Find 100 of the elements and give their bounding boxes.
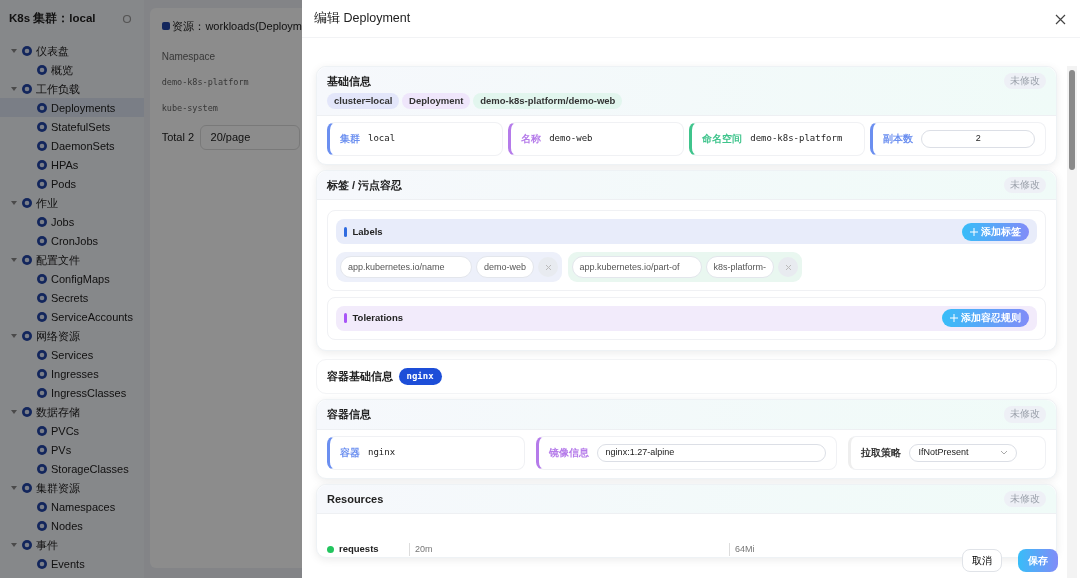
close-icon xyxy=(1055,13,1066,25)
close-icon xyxy=(784,263,792,271)
tree-group[interactable]: 事件 xyxy=(0,535,144,555)
resource-name: requests xyxy=(339,542,380,557)
ring-icon xyxy=(37,520,47,531)
tree-label: 概览 xyxy=(51,62,73,78)
tree-item[interactable]: Services xyxy=(0,345,144,365)
tree-item[interactable]: PVs xyxy=(0,440,144,460)
page-size-select[interactable]: 20/page xyxy=(199,125,300,150)
tree-item[interactable]: StorageClasses xyxy=(0,459,144,479)
caret-icon xyxy=(10,483,18,492)
tree-item[interactable]: Events xyxy=(0,554,144,574)
field-label: 镜像信息 xyxy=(548,445,589,460)
key-field[interactable]: app.kubernetes.io/name xyxy=(340,256,472,279)
tree-group[interactable]: 网络资源 xyxy=(0,326,144,346)
field-label: 容器 xyxy=(340,445,360,460)
close-icon xyxy=(544,263,552,271)
ring-icon xyxy=(37,64,47,75)
status-badge: 未修改 xyxy=(1004,490,1046,507)
cancel-button[interactable]: 取消 xyxy=(962,549,1002,572)
table-cell-text: kube-system xyxy=(161,102,219,115)
tree-label: StatefulSets xyxy=(51,119,111,135)
ring-icon xyxy=(37,501,47,512)
tree-group[interactable]: 仪表盘 xyxy=(0,41,144,61)
tree-label: ServiceAccounts xyxy=(51,309,133,325)
ring-icon xyxy=(37,349,47,360)
tree-group[interactable]: 作业 xyxy=(0,193,144,213)
tree-label: Ingresses xyxy=(51,366,99,382)
key-field[interactable]: app.kubernetes.io/part-of xyxy=(571,256,702,279)
column-header[interactable]: Namespace xyxy=(161,48,302,64)
square-icon xyxy=(161,22,170,31)
ring-icon xyxy=(22,330,32,341)
caret-icon xyxy=(10,540,18,549)
tree-item[interactable]: StatefulSets xyxy=(0,117,144,137)
tree-item[interactable]: HPAs xyxy=(0,155,144,175)
tree-label: Services xyxy=(51,347,94,363)
tree-item[interactable]: 概览 xyxy=(0,60,144,80)
tree-item[interactable]: CronJobs xyxy=(0,231,144,251)
tree-label: PVs xyxy=(51,442,72,458)
ring-icon xyxy=(37,235,47,246)
bar-icon xyxy=(344,226,347,237)
tree-item[interactable]: IngressClasses xyxy=(0,383,144,403)
tree-label: IngressClasses xyxy=(51,385,127,401)
tree-label: Jobs xyxy=(51,214,75,230)
caret-icon xyxy=(10,84,18,93)
memory-value: 64Mi xyxy=(729,542,755,557)
ring-icon xyxy=(37,444,47,455)
field-label: 集群 xyxy=(340,131,360,146)
ring-icon xyxy=(37,311,47,322)
modal-overlay[interactable] xyxy=(0,0,302,578)
ring-icon xyxy=(37,216,47,227)
tree-item[interactable]: Deployments xyxy=(0,98,144,118)
field-label: 拉取策略 xyxy=(861,445,902,460)
tree-item[interactable]: Pods xyxy=(0,174,144,194)
value-field[interactable]: k8s-platform- xyxy=(705,256,775,279)
tree-item[interactable]: Nodes xyxy=(0,516,144,536)
tree-item[interactable]: Secrets xyxy=(0,288,144,308)
ring-icon xyxy=(22,482,32,493)
tree-group[interactable]: 集群资源 xyxy=(0,478,144,498)
caret-icon xyxy=(10,198,18,207)
ring-icon xyxy=(37,387,47,398)
table-cell-text: demo-k8s-platform xyxy=(161,75,250,89)
tree-label: StorageClasses xyxy=(51,461,129,477)
subsection-title: Tolerations xyxy=(352,311,403,326)
status-badge: 未修改 xyxy=(1004,73,1046,90)
tree-label: Nodes xyxy=(51,518,83,534)
ring-icon xyxy=(37,273,47,284)
section-title: 基础信息 xyxy=(327,74,372,89)
tree-group[interactable]: 配置文件 xyxy=(0,250,144,270)
value-field[interactable]: demo-web xyxy=(476,256,535,279)
caret-icon xyxy=(10,407,18,416)
tree-label: PVCs xyxy=(51,423,80,439)
ring-icon xyxy=(37,121,47,132)
scrollbar[interactable] xyxy=(1067,66,1077,578)
tree-label: Events xyxy=(51,556,85,572)
tree-label: 数据存储 xyxy=(36,404,80,420)
tree-label: 网络资源 xyxy=(36,328,80,344)
tag: demo-k8s-platform/demo-web xyxy=(473,92,623,109)
caret-icon xyxy=(10,255,18,264)
tree-item[interactable]: ServiceAccounts xyxy=(0,307,144,327)
tree-label: ConfigMaps xyxy=(51,271,110,287)
ring-icon xyxy=(22,406,32,417)
status-badge: 未修改 xyxy=(1004,406,1046,423)
tree-item[interactable]: Ingresses xyxy=(0,364,144,384)
tree-item[interactable]: Namespaces xyxy=(0,497,144,517)
ring-icon xyxy=(37,368,47,379)
resource-label: 资源：workloads(Deploym xyxy=(172,19,302,34)
ring-icon xyxy=(22,254,32,265)
tree-item[interactable]: DaemonSets xyxy=(0,136,144,156)
section-title: Resources xyxy=(327,491,384,507)
tree-label: HPAs xyxy=(51,157,79,173)
tree-item[interactable]: Jobs xyxy=(0,212,144,232)
field-value: local xyxy=(368,132,396,145)
tree-group[interactable]: 数据存储 xyxy=(0,402,144,422)
tree-label: DaemonSets xyxy=(51,138,115,154)
name-badge: nginx xyxy=(398,367,442,386)
tree-item[interactable]: PVCs xyxy=(0,421,144,441)
tree-group[interactable]: 工作负载 xyxy=(0,79,144,99)
tree-label: 工作负载 xyxy=(36,81,80,97)
tree-item[interactable]: ConfigMaps xyxy=(0,269,144,289)
